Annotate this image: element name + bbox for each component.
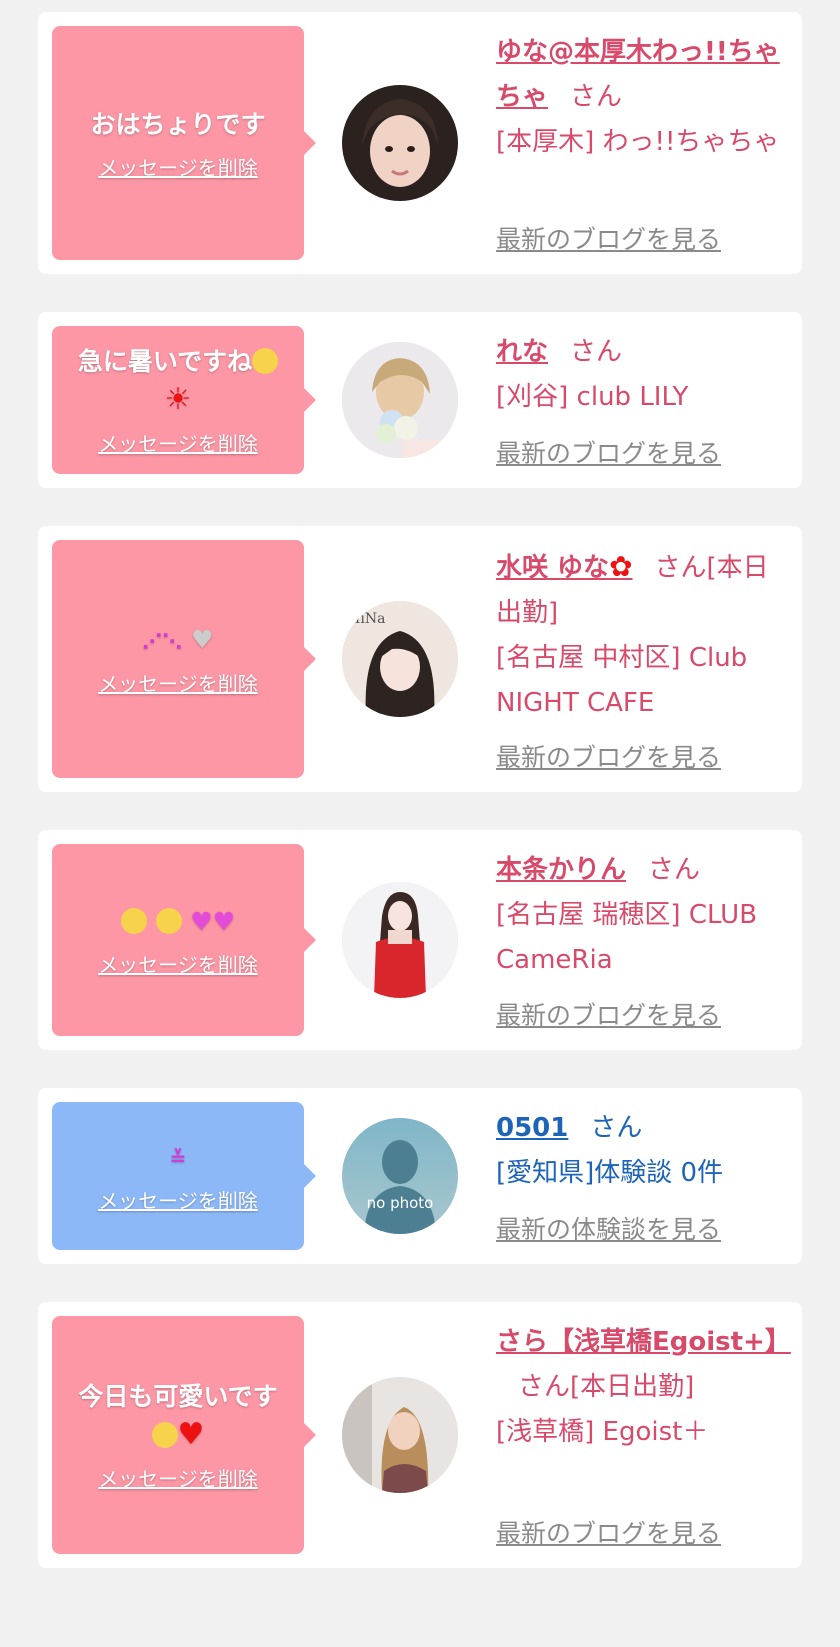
sender-name-link[interactable]: れな [496,337,548,367]
heart-icon: ♥ [212,906,236,936]
no-photo-text: no photo [367,1194,434,1212]
melting-face-icon [252,348,279,374]
sender-info: 本条かりん さん [名古屋 瑞穂区] CLUB CameRia [496,848,784,983]
message-card: 急に暑いですね ☀ メッセージを削除 れな さん [刈谷] club LILY 最… [38,312,802,488]
shop-label: [名古屋 瑞穂区] CLUB CameRia [496,900,758,975]
flower-icon: ✿ [609,550,633,583]
latest-blog-link[interactable]: 最新のブログを見る [496,996,721,1032]
shop-label: [愛知県]体験談 0件 [496,1158,724,1188]
message-emoji-line: ⋰⋱ ♥ [142,621,213,660]
sparkling-heart-icon: ♥ [177,1417,205,1452]
sender-name-link[interactable]: 0501 [496,1113,568,1143]
avatar[interactable] [342,85,458,201]
message-list: おはちょりです メッセージを削除 ゆな@本厚木わっ!!ちゃちゃ さん [本厚木] … [0,0,840,1568]
message-text-line: 急に暑いですね ☀ [77,343,279,420]
sender-info: 水咲 ゆな✿ さん[本日出勤] [名古屋 中村区] Club NIGHT CAFE [496,544,784,726]
avatar[interactable] [342,882,458,998]
shop-label: [刈谷] club LILY [496,382,689,412]
heart-icon: ♥ [190,906,213,936]
message-card: ⋰⋱ ♥ メッセージを削除 MiNa 水咲 ゆな✿ さん[本日出勤] [名古屋 中… [38,526,802,792]
message-bubble: ≚ メッセージを削除 [52,1102,316,1250]
message-emoji-line: ♥♥ [120,903,236,941]
honorific: さん[本日出勤] [518,1372,695,1402]
sender-info: ゆな@本厚木わっ!!ちゃちゃ さん [本厚木] わっ!!ちゃちゃ [496,30,784,165]
message-card: おはちょりです メッセージを削除 ゆな@本厚木わっ!!ちゃちゃ さん [本厚木] … [38,12,802,274]
pleading-face-icon [120,907,147,934]
message-bubble: 急に暑いですね ☀ メッセージを削除 [52,326,316,474]
delete-message-link[interactable]: メッセージを削除 [98,1463,258,1492]
sender-info: れな さん [刈谷] club LILY [496,330,784,420]
delete-message-link[interactable]: メッセージを削除 [98,428,258,457]
white-heart-icon: ♥ [191,625,214,654]
message-card: ≚ メッセージを削除 no photo 0501 さん [愛知県]体験談 0件 [38,1088,802,1264]
sender-name-link[interactable]: 水咲 ゆな✿ [496,550,633,583]
honorific: さん [570,337,623,367]
avatar[interactable]: MiNa [342,601,458,717]
svg-text:MiNa: MiNa [346,611,385,627]
avatar[interactable] [342,342,458,458]
sender-name-link[interactable]: 本条かりん [496,855,626,885]
sender-name-link[interactable]: ゆな@本厚木わっ!!ちゃちゃ [496,37,780,112]
message-text: 急に暑いですね [77,347,253,376]
smiling-face-hearts-icon [151,1422,178,1448]
shop-label: [浅草橋] Egoist＋ [496,1417,709,1447]
honorific: さん [648,855,701,885]
delete-message-link[interactable]: メッセージを削除 [98,152,258,181]
latest-blog-link[interactable]: 最新のブログを見る [496,434,721,470]
message-card: 今日も可愛いです ♥ メッセージを削除 さら【浅草橋Egoist+】さん[本日出… [38,1302,802,1568]
message-text: 今日も可愛いです [78,1382,278,1411]
message-bubble: ♥♥ メッセージを削除 [52,844,316,1036]
sender-name: 水咲 ゆな [496,553,610,583]
latest-blog-link[interactable]: 最新のブログを見る [496,1514,721,1550]
message-card: ♥♥ メッセージを削除 本条かりん さん [名古屋 瑞穂区] CLUB CameR… [38,830,802,1050]
shop-label: [名古屋 中村区] Club NIGHT CAFE [496,643,748,718]
delete-message-link[interactable]: メッセージを削除 [98,1185,258,1214]
sun-icon: ☀ [164,382,192,417]
message-bubble: おはちょりです メッセージを削除 [52,26,316,260]
honorific: さん [570,82,623,112]
message-bubble: ⋰⋱ ♥ メッセージを削除 [52,540,316,778]
avatar[interactable]: no photo [342,1118,458,1234]
latest-review-link[interactable]: 最新の体験談を見る [496,1210,721,1246]
message-emoji-line: ≚ [170,1138,187,1177]
shop-label: [本厚木] わっ!!ちゃちゃ [496,127,780,157]
message-text: おはちょりです [90,109,266,139]
latest-blog-link[interactable]: 最新のブログを見る [496,220,721,256]
delete-message-link[interactable]: メッセージを削除 [98,949,258,978]
latest-blog-link[interactable]: 最新のブログを見る [496,738,721,774]
avatar[interactable] [342,1377,458,1493]
message-text-line: 今日も可愛いです ♥ [78,1378,277,1455]
sender-name-link[interactable]: さら【浅草橋Egoist+】 [496,1327,791,1357]
sender-info: 0501 さん [愛知県]体験談 0件 [496,1106,784,1196]
pleading-face-icon [155,907,182,934]
delete-message-link[interactable]: メッセージを削除 [98,668,258,697]
sender-info: さら【浅草橋Egoist+】さん[本日出勤] [浅草橋] Egoist＋ [496,1320,791,1455]
sparkle-icon: ⋰⋱ [142,629,183,653]
message-bubble: 今日も可愛いです ♥ メッセージを削除 [52,1316,316,1554]
grin-emoticon-icon: ≚ [169,1146,187,1170]
honorific: さん [590,1113,643,1143]
